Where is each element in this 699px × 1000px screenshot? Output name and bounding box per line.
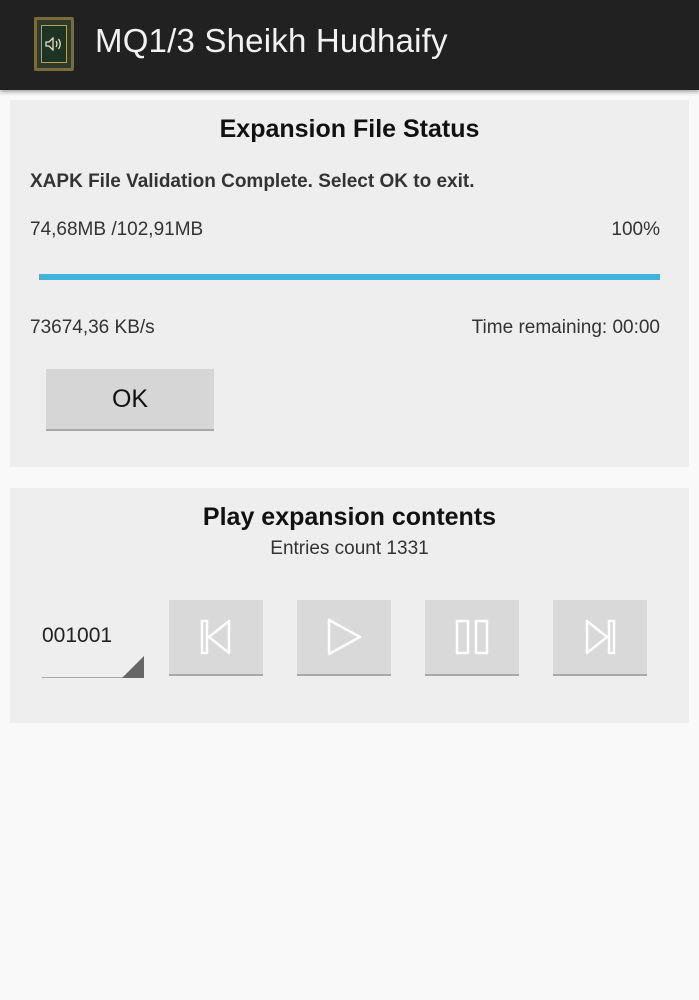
next-button[interactable] (553, 600, 647, 676)
app-title: MQ1/3 Sheikh Hudhaify (95, 22, 448, 59)
skip-previous-icon (200, 619, 231, 655)
progress-bar-fill (39, 274, 660, 280)
download-speed: 73674,36 KB/s (30, 317, 155, 338)
entry-spinner[interactable]: 001001 (42, 598, 144, 678)
ok-button[interactable]: OK (46, 369, 214, 431)
action-bar: MQ1/3 Sheikh Hudhaify (0, 0, 699, 90)
play-card-title: Play expansion contents (202, 503, 497, 531)
progress-bar (39, 274, 660, 280)
entries-count: Entries count 1331 (270, 538, 429, 559)
previous-button[interactable] (169, 600, 263, 676)
progress-percent: 100% (611, 219, 660, 240)
play-icon (327, 618, 362, 656)
skip-next-icon (585, 619, 616, 655)
pause-icon (455, 619, 489, 655)
app-speaker-icon (34, 17, 74, 71)
expansion-status-card: Expansion File Status XAPK File Validati… (10, 100, 689, 467)
pause-button[interactable] (425, 600, 519, 676)
play-button[interactable] (297, 600, 391, 676)
dropdown-triangle-icon (122, 656, 144, 678)
status-message: XAPK File Validation Complete. Select OK… (30, 171, 475, 192)
status-card-title: Expansion File Status (219, 115, 480, 143)
play-expansion-card: Play expansion contents Entries count 13… (10, 488, 689, 723)
progress-size: 74,68MB /102,91MB (30, 219, 204, 240)
time-remaining: Time remaining: 00:00 (471, 317, 660, 338)
entry-spinner-value: 001001 (42, 624, 113, 647)
